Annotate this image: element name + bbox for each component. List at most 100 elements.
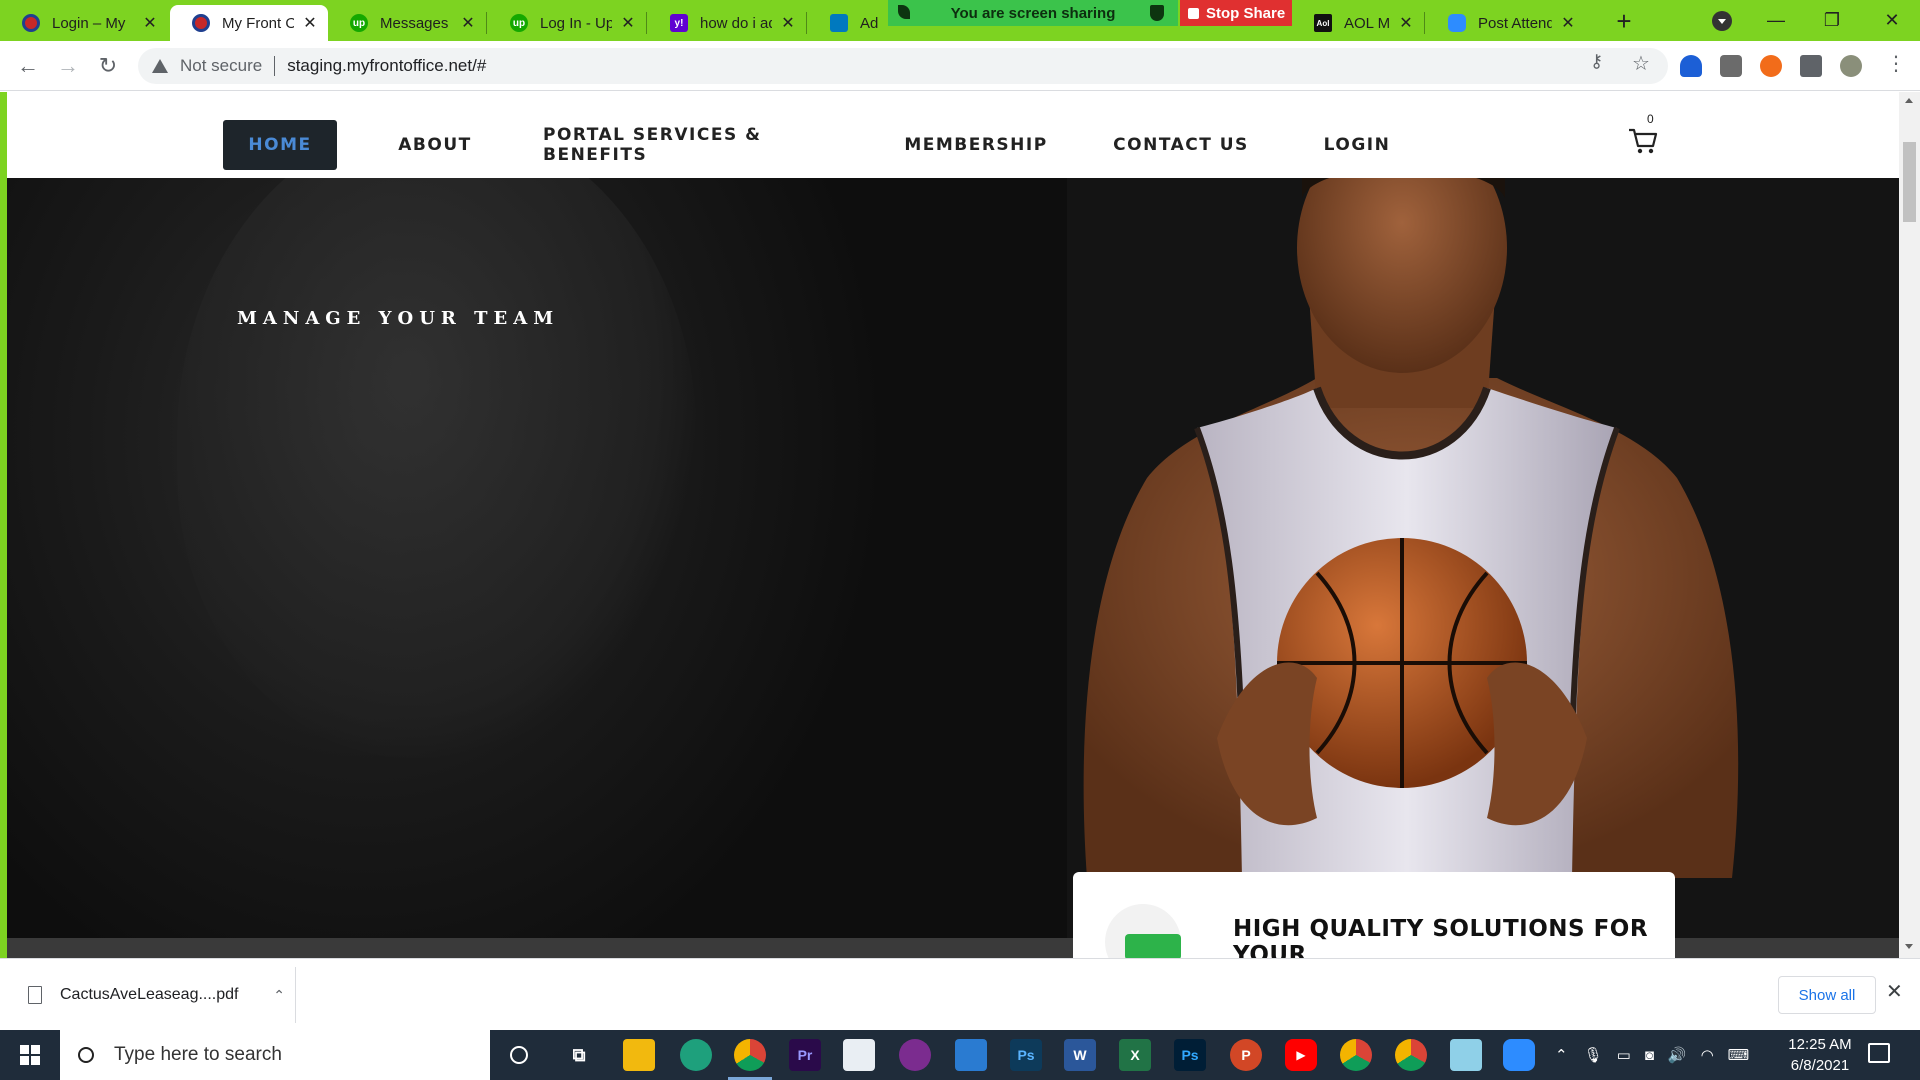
- close-icon[interactable]: ✕: [302, 13, 318, 33]
- notepad-icon[interactable]: [1450, 1039, 1482, 1071]
- hero-banner: MANAGE YOUR TEAM HIGH QUALITY SOLUTIONS …: [7, 178, 1899, 958]
- affinity-icon[interactable]: [899, 1039, 931, 1071]
- tab-title: how do i ad: [700, 14, 772, 32]
- tab-my-front-office[interactable]: My Front O ✕: [170, 5, 328, 41]
- download-item[interactable]: CactusAveLeaseag....pdf ⌃: [20, 971, 295, 1019]
- volume-icon[interactable]: 🔊: [1668, 1046, 1687, 1064]
- notification-icon[interactable]: [1868, 1043, 1890, 1063]
- close-icon[interactable]: ✕: [1886, 979, 1903, 1004]
- chrome-profile-icon[interactable]: [1340, 1039, 1372, 1071]
- close-icon[interactable]: ✕: [460, 13, 476, 33]
- photoshop-icon[interactable]: Ps: [1174, 1039, 1206, 1071]
- minimize-icon[interactable]: —: [1748, 0, 1804, 41]
- window-close-icon[interactable]: ✕: [1864, 0, 1920, 41]
- microphone-icon[interactable]: 🎙: [1584, 1046, 1603, 1064]
- malwarebytes-extension-icon[interactable]: [1680, 55, 1702, 77]
- security-label: Not secure: [180, 56, 263, 75]
- clock-time: 12:25 AM: [1788, 1036, 1852, 1053]
- scroll-thumb[interactable]: [1903, 142, 1916, 222]
- download-extension-icon[interactable]: [1720, 55, 1742, 77]
- key-icon[interactable]: ⚷: [1590, 51, 1603, 72]
- extensions-puzzle-icon[interactable]: [1800, 55, 1822, 77]
- restore-icon[interactable]: ❐: [1804, 0, 1860, 41]
- photoshop-express-icon[interactable]: Ps: [1010, 1039, 1042, 1071]
- zoom-leaf-icon: [898, 5, 910, 19]
- divider: [295, 967, 296, 1023]
- hero-background-portrait: [177, 178, 697, 758]
- stop-share-button[interactable]: Stop Share: [1180, 0, 1292, 26]
- taskbar-search-input[interactable]: Type here to search: [60, 1030, 490, 1080]
- tab-adding[interactable]: Adding: [808, 5, 888, 41]
- close-icon[interactable]: ✕: [780, 13, 796, 33]
- chevron-up-icon[interactable]: ⌃: [273, 987, 285, 1004]
- nav-home[interactable]: HOME: [223, 120, 337, 170]
- feature-card-title: HIGH QUALITY SOLUTIONS FOR YOUR: [1233, 916, 1649, 958]
- ticket-icon: [1105, 904, 1181, 958]
- ticket-shape: [1125, 934, 1181, 958]
- chrome-icon[interactable]: [734, 1039, 766, 1071]
- powerpoint-icon[interactable]: P: [1230, 1039, 1262, 1071]
- taskbar-clock[interactable]: 12:25 AM 6/8/2021: [1770, 1034, 1870, 1076]
- star-icon[interactable]: ☆: [1632, 51, 1650, 76]
- profile-avatar[interactable]: [1840, 55, 1862, 77]
- task-view-icon[interactable]: ⧉: [563, 1039, 595, 1071]
- url-text[interactable]: staging.myfrontoffice.net/#: [287, 56, 486, 76]
- nav-membership[interactable]: MEMBERSHIP: [904, 120, 1047, 170]
- tab-separator: [1424, 12, 1425, 34]
- tab-messages[interactable]: up Messages ✕: [328, 5, 486, 41]
- youtube-icon[interactable]: ▶: [1285, 1039, 1317, 1071]
- close-icon[interactable]: ✕: [1398, 13, 1414, 33]
- cart-icon[interactable]: [1625, 122, 1661, 158]
- close-icon[interactable]: ✕: [142, 13, 158, 33]
- forward-arrow-icon[interactable]: →: [54, 53, 82, 81]
- store-icon[interactable]: [843, 1039, 875, 1071]
- chevron-up-icon[interactable]: ⌃: [1555, 1046, 1568, 1064]
- file-explorer-icon[interactable]: [623, 1039, 655, 1071]
- reload-icon[interactable]: ↻: [94, 53, 122, 81]
- new-tab-button[interactable]: +: [1610, 8, 1638, 36]
- close-icon[interactable]: ✕: [620, 13, 636, 33]
- zoom-icon: [1448, 14, 1466, 32]
- word-icon[interactable]: W: [1064, 1039, 1096, 1071]
- tab-log-in-upwork[interactable]: up Log In - Up ✕: [488, 5, 646, 41]
- battery-icon[interactable]: ▭: [1617, 1046, 1631, 1064]
- start-button[interactable]: [0, 1030, 60, 1080]
- clock-date: 6/8/2021: [1790, 1057, 1850, 1074]
- close-icon[interactable]: ✕: [1560, 13, 1576, 33]
- show-all-button[interactable]: Show all: [1778, 976, 1876, 1014]
- excel-icon[interactable]: X: [1119, 1039, 1151, 1071]
- nav-contact-us[interactable]: CONTACT US: [1107, 120, 1255, 170]
- tab-title: AOL Mail: [1344, 14, 1390, 32]
- stop-share-label: Stop Share: [1206, 4, 1286, 22]
- chrome-profile-2-icon[interactable]: [1395, 1039, 1427, 1071]
- tab-yahoo[interactable]: y! how do i ad ✕: [648, 5, 806, 41]
- tab-search-icon[interactable]: [1712, 11, 1732, 31]
- site-navigation: HOME ABOUT PORTAL SERVICES & BENEFITS ME…: [7, 92, 1899, 178]
- download-shelf: CactusAveLeaseag....pdf ⌃ Show all ✕: [0, 958, 1920, 1030]
- wifi-icon[interactable]: ◠: [1701, 1046, 1714, 1064]
- web-page: HOME ABOUT PORTAL SERVICES & BENEFITS ME…: [6, 92, 1899, 958]
- camera-icon[interactable]: ◙: [1645, 1047, 1654, 1064]
- address-bar[interactable]: Not secure staging.myfrontoffice.net/#: [138, 48, 1668, 84]
- scroll-down-icon[interactable]: [1905, 944, 1913, 949]
- nav-login[interactable]: LOGIN: [1313, 120, 1401, 170]
- nav-about[interactable]: ABOUT: [387, 120, 483, 170]
- zoom-icon[interactable]: [1503, 1039, 1535, 1071]
- screen-sharing-banner: You are screen sharing: [888, 0, 1178, 26]
- menu-kebab-icon[interactable]: ⋮: [1886, 51, 1906, 76]
- tab-title: Messages: [380, 14, 449, 32]
- tab-post-attend[interactable]: Post Attend ✕: [1426, 5, 1586, 41]
- back-arrow-icon[interactable]: ←: [14, 53, 42, 81]
- keyboard-icon[interactable]: ⌨: [1728, 1046, 1750, 1064]
- mail-icon[interactable]: [955, 1039, 987, 1071]
- honey-extension-icon[interactable]: [1760, 55, 1782, 77]
- premiere-icon[interactable]: Pr: [789, 1039, 821, 1071]
- tab-aol-mail[interactable]: Aol AOL Mail ✕: [1292, 5, 1424, 41]
- scroll-up-icon[interactable]: [1905, 98, 1913, 103]
- cortana-icon[interactable]: [503, 1039, 535, 1071]
- tab-login[interactable]: Login – My ✕: [0, 5, 168, 41]
- page-scrollbar[interactable]: [1899, 92, 1920, 958]
- edge-icon[interactable]: [680, 1039, 712, 1071]
- feature-card: HIGH QUALITY SOLUTIONS FOR YOUR: [1073, 872, 1675, 958]
- nav-portal-services[interactable]: PORTAL SERVICES & BENEFITS: [543, 120, 835, 170]
